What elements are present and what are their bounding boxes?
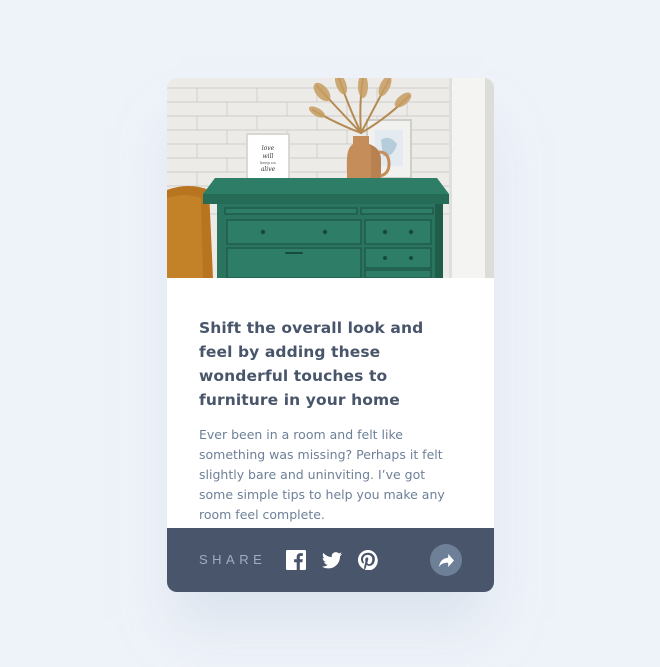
article-title[interactable]: Shift the overall look and feel by addin… <box>199 316 462 412</box>
pinterest-icon[interactable] <box>357 549 379 571</box>
svg-text:alive: alive <box>261 166 276 173</box>
facebook-icon[interactable] <box>285 549 307 571</box>
svg-text:will: will <box>263 153 274 160</box>
share-label: SHARE <box>199 552 267 567</box>
svg-text:keep us: keep us <box>260 160 276 165</box>
share-button[interactable] <box>430 544 462 576</box>
article-description: Ever been in a room and felt like someth… <box>199 427 445 522</box>
svg-text:love: love <box>262 145 275 152</box>
share-arrow-icon <box>438 553 454 567</box>
twitter-icon[interactable] <box>321 549 343 571</box>
article-card: love will keep us alive Shift the overal… <box>167 78 494 592</box>
share-bar: SHARE <box>167 528 494 592</box>
article-content: Shift the overall look and feel by addin… <box>167 278 494 528</box>
drawers-photo: love will keep us alive <box>167 78 494 278</box>
